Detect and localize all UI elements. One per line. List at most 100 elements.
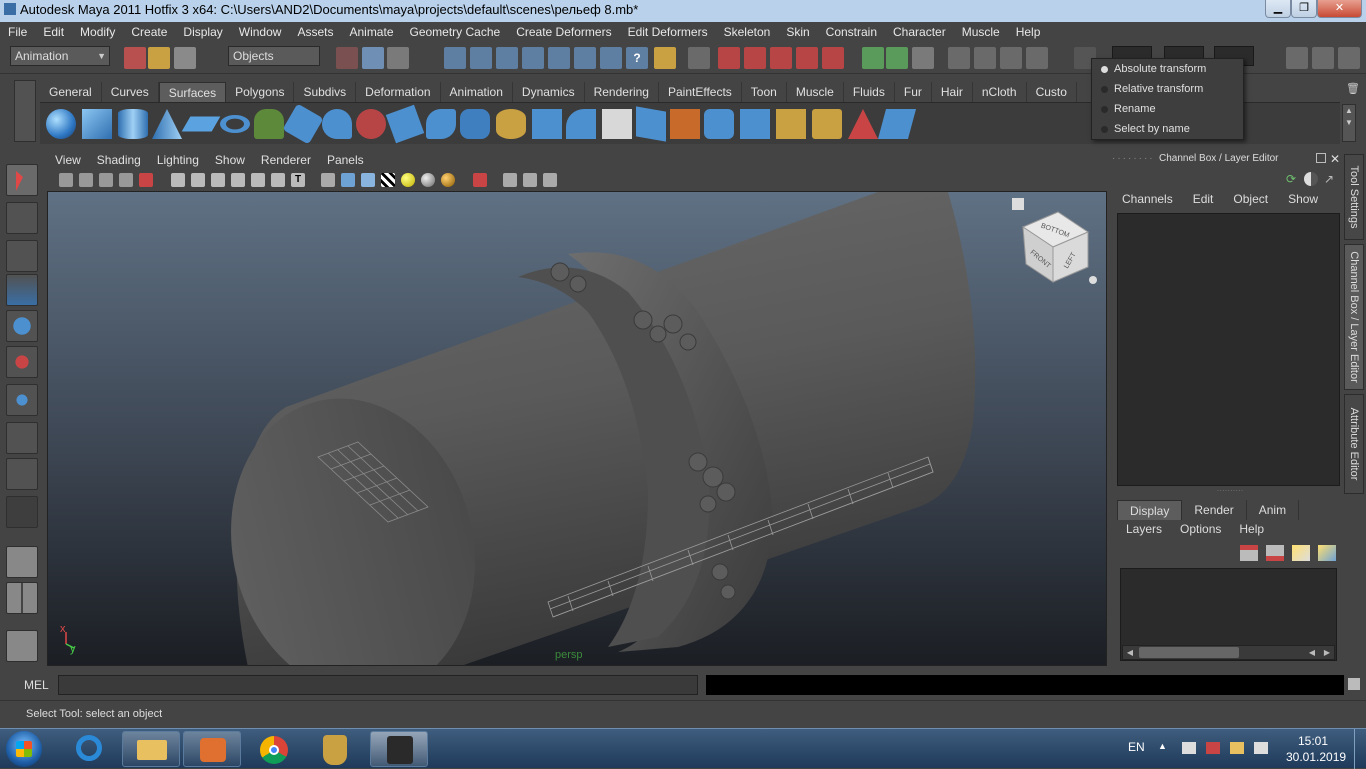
panel-grip-icon[interactable]: ········ <box>1112 150 1155 168</box>
lasso-tool-icon[interactable] <box>6 202 38 234</box>
trash-icon[interactable]: 🗑 <box>1346 82 1360 96</box>
viewport-menu-show[interactable]: Show <box>207 153 253 167</box>
render-settings-icon[interactable] <box>1026 47 1048 69</box>
bevel-icon[interactable] <box>496 109 526 139</box>
nurbs-sphere-icon[interactable] <box>46 109 76 139</box>
layer-horizontal-scrollbar[interactable]: ◀ ◀ ▶ <box>1122 645 1335 660</box>
channel-menu-object[interactable]: Object <box>1223 192 1278 210</box>
language-indicator[interactable]: EN <box>1128 740 1145 754</box>
align-surfaces-icon[interactable] <box>740 109 770 139</box>
gate-mask-icon[interactable] <box>231 173 245 187</box>
rebuild-surface-icon[interactable] <box>877 109 917 139</box>
layer-menu-help[interactable]: Help <box>1230 522 1273 540</box>
new-layer-selected-icon[interactable] <box>1318 545 1336 561</box>
shelf-tab-rendering[interactable]: Rendering <box>585 82 659 102</box>
snap-point-icon[interactable] <box>770 47 792 69</box>
nurbs-torus-icon[interactable] <box>220 115 250 133</box>
command-language-label[interactable]: MEL <box>24 678 49 692</box>
attach-surfaces-icon[interactable] <box>670 109 700 139</box>
safe-title-icon[interactable]: T <box>291 173 305 187</box>
select-camera-icon[interactable] <box>59 173 73 187</box>
viewport-menu-lighting[interactable]: Lighting <box>149 153 207 167</box>
wireframe-on-shaded-icon[interactable] <box>361 173 375 187</box>
camera-attributes-icon[interactable] <box>79 173 93 187</box>
textured-icon[interactable] <box>381 173 395 187</box>
four-view-layout-icon[interactable] <box>6 582 38 614</box>
safe-action-icon[interactable] <box>271 173 285 187</box>
outliner-layout-icon[interactable] <box>6 630 38 662</box>
menu-edit-deformers[interactable]: Edit Deformers <box>620 25 716 39</box>
project-curve-icon[interactable] <box>532 109 562 139</box>
shelf-tab-polygons[interactable]: Polygons <box>226 82 295 102</box>
snap-view-plane-icon[interactable] <box>796 47 818 69</box>
shelf-tab-custom[interactable]: Custo <box>1027 82 1077 102</box>
scroll-left-icon[interactable]: ◀ <box>1123 646 1137 659</box>
action-center-icon[interactable] <box>1206 742 1220 754</box>
birail-icon[interactable] <box>385 104 425 144</box>
ipr-render-icon[interactable] <box>1000 47 1022 69</box>
show-tool-settings-icon[interactable] <box>1312 47 1334 69</box>
save-scene-icon[interactable] <box>174 47 196 69</box>
selection-mode-field[interactable]: Objects <box>228 46 320 66</box>
open-close-icon[interactable] <box>776 109 806 139</box>
construction-history-icon[interactable] <box>912 47 934 69</box>
shelf-tab-general[interactable]: General <box>40 82 102 102</box>
manipulator-tool-icon[interactable] <box>6 384 38 416</box>
nurbs-cube-icon[interactable] <box>82 109 112 139</box>
channel-menu-channels[interactable]: Channels <box>1112 192 1183 210</box>
highlight-selection-icon[interactable] <box>688 47 710 69</box>
maya-taskbar-icon[interactable] <box>370 731 428 767</box>
menu-file[interactable]: File <box>0 25 35 39</box>
select-dynamic-icon[interactable] <box>574 47 596 69</box>
menu-window[interactable]: Window <box>231 25 290 39</box>
popup-item-absolute-transform[interactable]: Absolute transform <box>1092 59 1243 79</box>
select-rendering-icon[interactable] <box>600 47 622 69</box>
input-history-icon[interactable] <box>862 47 884 69</box>
shelf-tab-ncloth[interactable]: nCloth <box>973 82 1027 102</box>
shelf-tab-muscle[interactable]: Muscle <box>787 82 844 102</box>
popup-item-relative-transform[interactable]: Relative transform <box>1092 79 1243 99</box>
single-perspective-layout-icon[interactable] <box>6 546 38 578</box>
move-layer-down-icon[interactable] <box>1266 545 1284 561</box>
menu-modify[interactable]: Modify <box>72 25 123 39</box>
layer-tab-anim[interactable]: Anim <box>1247 500 1300 520</box>
trim-tool-icon[interactable] <box>602 109 632 139</box>
select-deformer-icon[interactable] <box>548 47 570 69</box>
shelf-tab-painteffects[interactable]: PaintEffects <box>659 82 742 102</box>
menu-muscle[interactable]: Muscle <box>954 25 1008 39</box>
close-button[interactable]: ✕ <box>1317 0 1362 18</box>
new-scene-icon[interactable] <box>124 47 146 69</box>
volume-icon[interactable] <box>1254 742 1268 754</box>
game-app-icon[interactable] <box>305 731 363 767</box>
side-tab-tool-settings[interactable]: Tool Settings <box>1344 154 1364 240</box>
nurbs-cylinder-icon[interactable] <box>118 109 148 139</box>
clock-date[interactable]: 30.01.2019 <box>1286 750 1346 764</box>
panel-splitter[interactable]: ·········· <box>1190 487 1270 495</box>
layer-tab-render[interactable]: Render <box>1182 500 1247 520</box>
field-chart-icon[interactable] <box>251 173 265 187</box>
lock-selection-icon[interactable] <box>654 47 676 69</box>
film-gate-icon[interactable] <box>191 173 205 187</box>
grid-icon[interactable] <box>171 173 185 187</box>
isolate-select-icon[interactable] <box>473 173 487 187</box>
channel-box-area[interactable] <box>1117 213 1340 486</box>
shelf-tab-hair[interactable]: Hair <box>932 82 973 102</box>
layer-menu-options[interactable]: Options <box>1171 522 1230 540</box>
select-object-icon[interactable] <box>362 47 384 69</box>
shelf-tab-curves[interactable]: Curves <box>102 82 159 102</box>
square-surface-icon[interactable] <box>460 109 490 139</box>
contrast-icon[interactable] <box>1304 172 1318 186</box>
side-tab-channel-box[interactable]: Channel Box / Layer Editor <box>1344 244 1364 390</box>
wireframe-icon[interactable] <box>321 173 335 187</box>
perspective-viewport[interactable]: x y persp BOTTOM FRONT LEFT <box>47 191 1107 666</box>
move-tool-icon[interactable] <box>6 274 38 306</box>
image-plane-icon[interactable] <box>119 173 133 187</box>
show-manipulator-tool-icon[interactable] <box>6 458 38 490</box>
shadows-icon[interactable] <box>441 173 455 187</box>
menu-create[interactable]: Create <box>123 25 175 39</box>
minimize-button[interactable]: ▁ <box>1265 0 1291 18</box>
new-layer-icon[interactable] <box>1292 545 1310 561</box>
clock-time[interactable]: 15:01 <box>1298 734 1328 748</box>
scrollbar-thumb[interactable] <box>1139 647 1239 658</box>
snap-grid-icon[interactable] <box>718 47 740 69</box>
